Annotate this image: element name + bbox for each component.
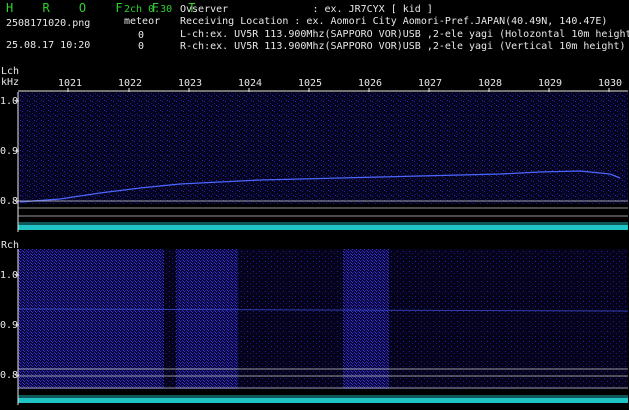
lch-y-tick-label: 0.9 <box>0 146 19 157</box>
time-tick-label: 1024 <box>238 78 263 89</box>
lch-channel-label: Lch <box>1 66 20 77</box>
time-tick-label: 1021 <box>58 78 83 89</box>
spectrogram-canvas <box>15 88 629 405</box>
time-tick-label: 1026 <box>358 78 383 89</box>
time-tick-label: 1025 <box>298 78 323 89</box>
lch-plot <box>18 92 628 230</box>
rch-y-tick-label: 0.8 <box>0 370 19 381</box>
lch-unit-label: kHz <box>1 77 20 88</box>
rch-plot <box>17 249 629 403</box>
rch-meteor-burst <box>176 249 238 389</box>
time-tick-label: 1030 <box>598 78 623 89</box>
lch-noise-field <box>18 92 628 204</box>
time-tick-label: 1028 <box>478 78 503 89</box>
time-tick-label: 1022 <box>118 78 143 89</box>
lch-y-tick-label: 1.0 <box>0 96 19 107</box>
time-tick-label: 1027 <box>418 78 443 89</box>
lch-y-tick-label: 0.8 <box>0 196 19 207</box>
rch-y-tick-label: 1.0 <box>0 270 19 281</box>
rch-channel-label: Rch <box>1 240 20 251</box>
time-tick-label: 1023 <box>178 78 203 89</box>
rch-meteor-burst <box>18 249 164 389</box>
time-tick-label: 1029 <box>538 78 563 89</box>
rch-y-tick-label: 0.9 <box>0 320 19 331</box>
time-axis <box>18 88 628 92</box>
rch-meteor-burst <box>343 249 389 389</box>
